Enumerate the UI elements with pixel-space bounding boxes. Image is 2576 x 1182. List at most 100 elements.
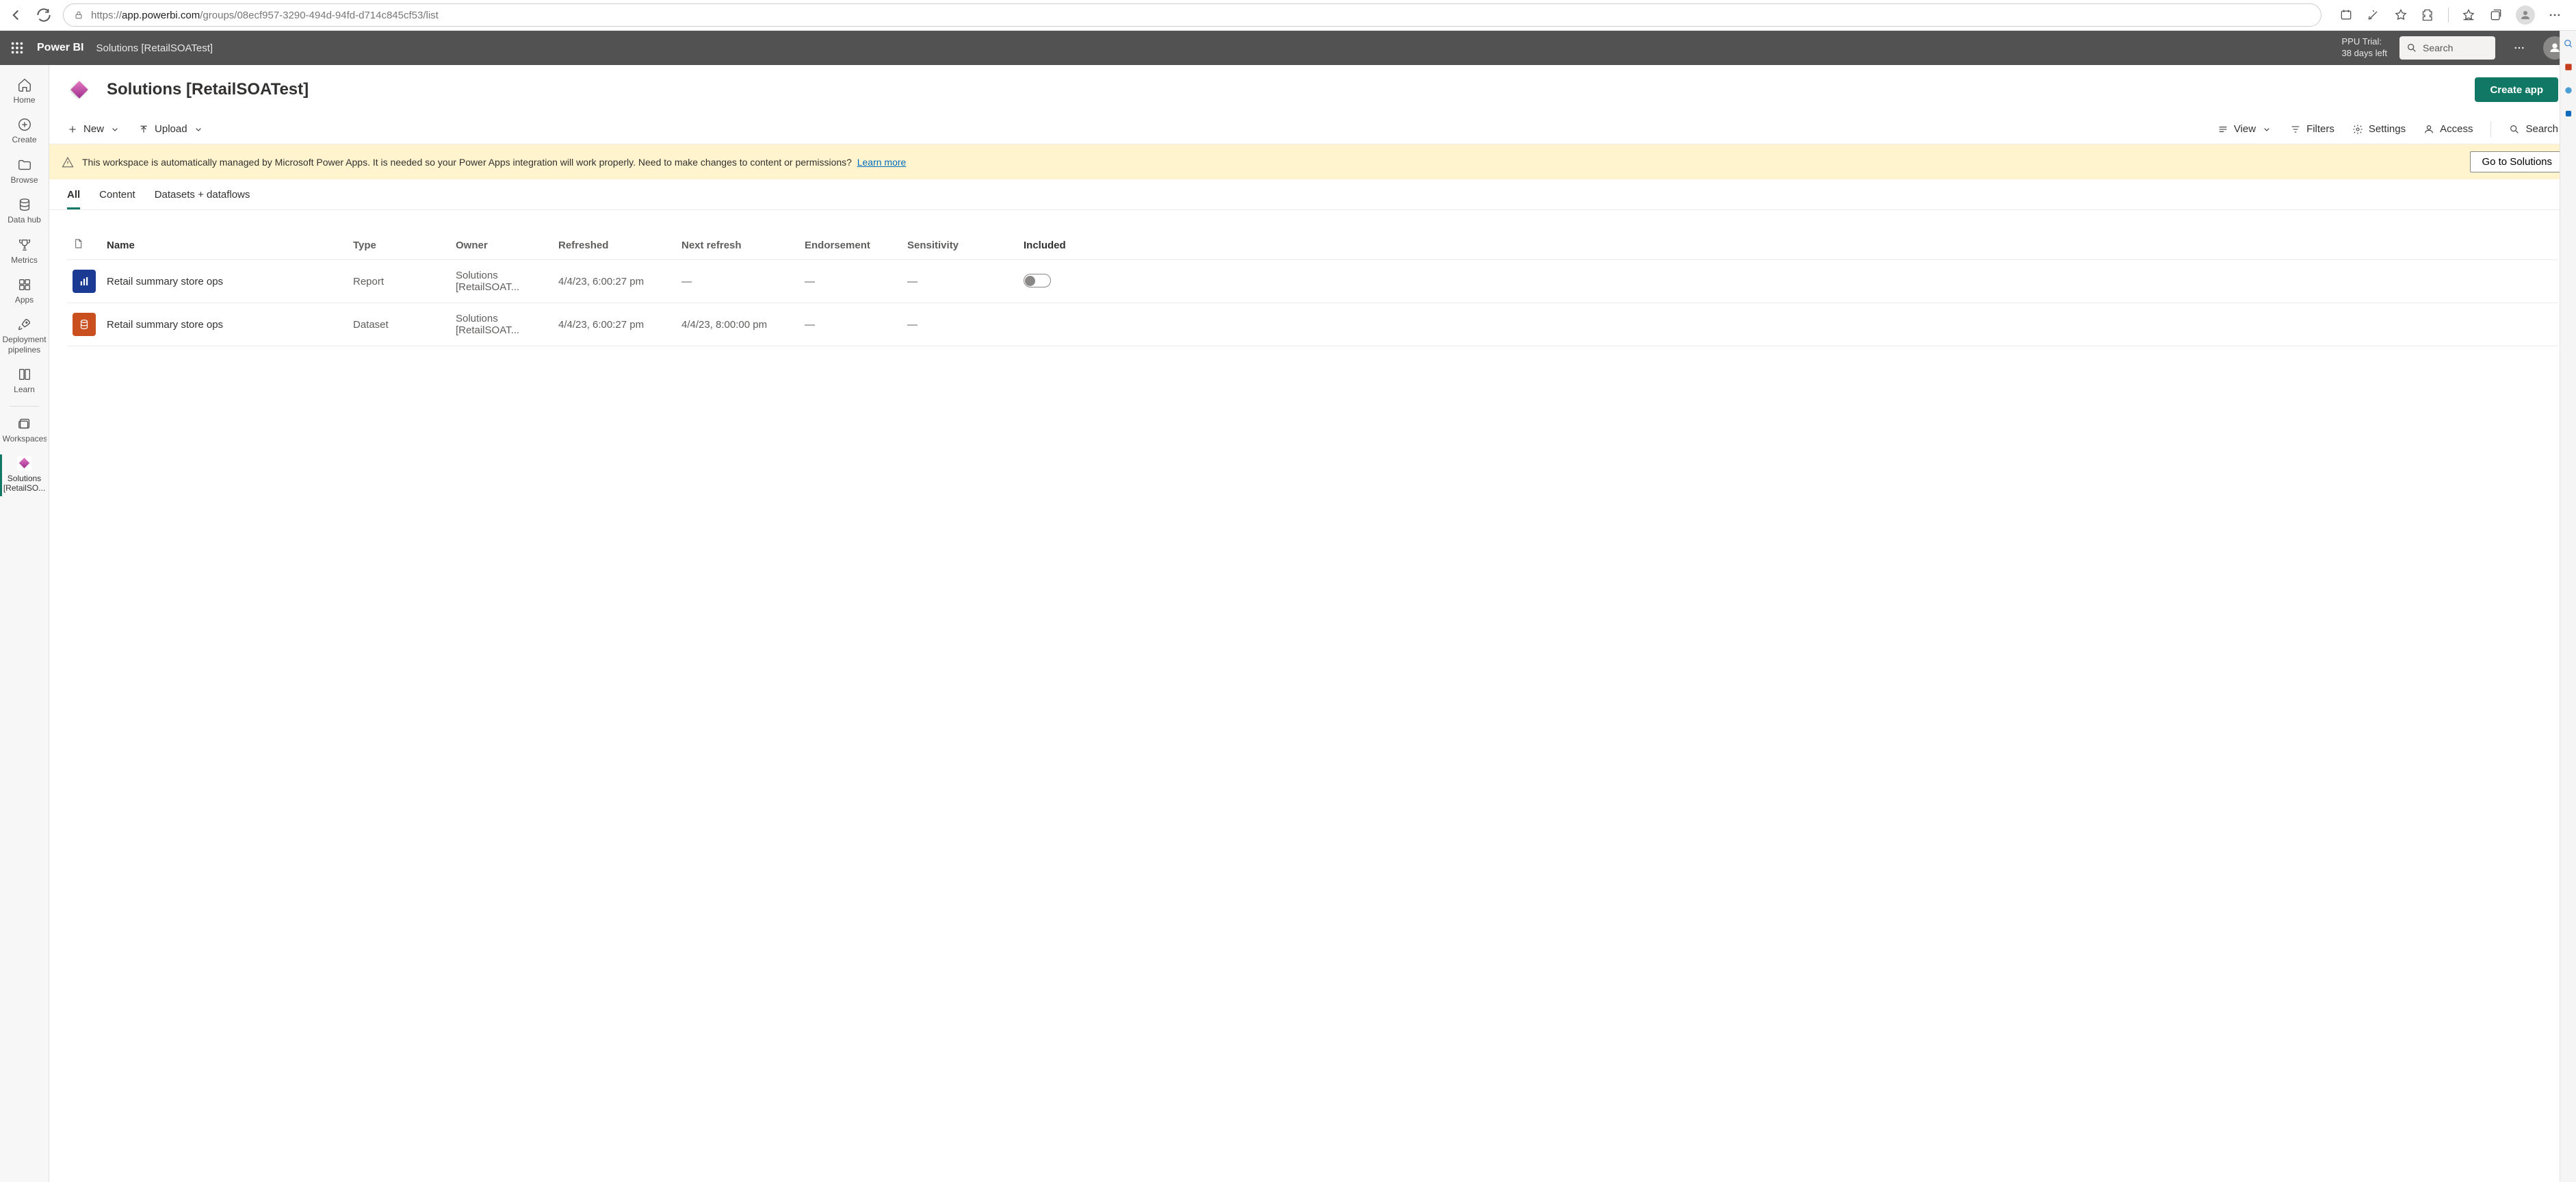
workspaces-icon [17,416,32,431]
app-launcher-icon[interactable] [10,40,25,55]
list-icon [2217,124,2228,135]
edge-tool-icon[interactable] [2564,86,2573,95]
item-name[interactable]: Retail summary store ops [101,260,348,303]
upload-button[interactable]: Upload [138,123,204,135]
favorites-list-icon[interactable] [2461,8,2476,23]
nav-home[interactable]: Home [0,72,49,112]
col-included[interactable]: Included [1018,231,2558,260]
tab-all[interactable]: All [67,189,80,209]
item-refreshed: 4/4/23, 6:00:27 pm [553,303,676,346]
global-search-input[interactable]: Search [2399,36,2495,60]
new-button[interactable]: New [67,123,120,135]
chevron-down-icon [109,124,120,135]
filter-icon [2290,124,2301,135]
col-endorsement[interactable]: Endorsement [799,231,902,260]
nav-active-workspace[interactable]: Solutions[RetailSO... [0,450,49,500]
favorite-icon[interactable] [2393,8,2408,23]
trial-status: PPU Trial: 38 days left [2342,36,2388,60]
nav-create[interactable]: Create [0,112,49,151]
col-owner[interactable]: Owner [450,231,553,260]
nav-workspaces[interactable]: Workspaces [0,411,49,450]
browser-profile-icon[interactable] [2516,5,2535,25]
item-sensitivity: — [902,260,1018,303]
nav-metrics[interactable]: Metrics [0,232,49,272]
col-sensitivity[interactable]: Sensitivity [902,231,1018,260]
item-endorsement: — [799,303,902,346]
col-type[interactable]: Type [348,231,450,260]
go-to-solutions-button[interactable]: Go to Solutions [2470,151,2564,172]
filters-button[interactable]: Filters [2290,123,2334,135]
nav-pipelines[interactable]: Deployment pipelines [0,311,49,361]
item-owner: Solutions [RetailSOAT... [450,260,553,303]
workspace-icon [17,456,32,471]
topbar-more-button[interactable] [2508,36,2531,60]
plus-circle-icon [17,117,32,132]
separator [2448,8,2449,23]
workspace-logo-icon [67,77,92,102]
table-header-row: Name Type Owner Refreshed Next refresh E… [67,231,2558,260]
learn-more-link[interactable]: Learn more [857,157,907,168]
item-type: Report [348,260,450,303]
col-name[interactable]: Name [101,231,348,260]
nav-rail: Home Create Browse Data hub Metrics Apps… [0,65,49,1182]
edge-tool-icon[interactable] [2564,62,2573,72]
workspace-search-button[interactable]: Search [2509,123,2558,135]
refresh-button[interactable] [35,6,53,24]
app-mode-icon[interactable] [2339,8,2354,23]
table-row[interactable]: Retail summary store opsDatasetSolutions… [67,303,2558,346]
col-refreshed[interactable]: Refreshed [553,231,676,260]
chevron-down-icon [2261,124,2272,135]
dataset-icon [73,313,96,336]
separator [10,406,39,407]
nav-apps[interactable]: Apps [0,272,49,311]
content-table: Name Type Owner Refreshed Next refresh E… [67,231,2558,346]
item-next-refresh: 4/4/23, 8:00:00 pm [676,303,799,346]
nav-browse[interactable]: Browse [0,152,49,192]
create-app-button[interactable]: Create app [2475,77,2558,102]
item-name[interactable]: Retail summary store ops [101,303,348,346]
upload-icon [138,124,149,135]
notice-text: This workspace is automatically managed … [82,157,906,168]
included-toggle[interactable] [1024,274,1051,287]
warning-icon [62,156,74,168]
database-icon [17,197,32,212]
book-icon [17,367,32,382]
collections-icon[interactable] [2488,8,2503,23]
breadcrumb[interactable]: Solutions [RetailSOATest] [96,42,213,54]
report-icon [73,270,96,293]
back-button[interactable] [7,6,25,24]
item-refreshed: 4/4/23, 6:00:27 pm [553,260,676,303]
extensions-icon[interactable] [2421,8,2436,23]
nav-learn[interactable]: Learn [0,361,49,401]
brand-label[interactable]: Power BI [37,42,83,54]
item-endorsement: — [799,260,902,303]
gear-icon [2352,124,2363,135]
item-included [1018,260,2558,303]
browser-bar: https://app.powerbi.com/groups/08ecf957-… [0,0,2576,31]
item-sensitivity: — [902,303,1018,346]
col-next-refresh[interactable]: Next refresh [676,231,799,260]
address-bar[interactable]: https://app.powerbi.com/groups/08ecf957-… [63,3,2321,27]
separator [2490,121,2491,138]
tab-datasets[interactable]: Datasets + dataflows [155,189,250,209]
app-topbar: Power BI Solutions [RetailSOATest] PPU T… [0,31,2576,65]
folder-icon [17,157,32,172]
table-row[interactable]: Retail summary store opsReportSolutions … [67,260,2558,303]
tab-content[interactable]: Content [99,189,135,209]
item-next-refresh: — [676,260,799,303]
home-icon [17,77,32,92]
settings-button[interactable]: Settings [2352,123,2406,135]
main-content: Solutions [RetailSOATest] Create app New… [49,65,2576,1182]
url-text: https://app.powerbi.com/groups/08ecf957-… [91,10,2311,21]
edge-search-icon[interactable] [2564,39,2573,49]
document-icon [73,237,83,250]
browser-more-icon[interactable] [2547,8,2562,23]
nav-datahub[interactable]: Data hub [0,192,49,231]
item-type: Dataset [348,303,450,346]
access-button[interactable]: Access [2423,123,2473,135]
view-button[interactable]: View [2217,123,2272,135]
edge-tool-icon[interactable] [2564,109,2573,118]
browser-actions [2332,5,2569,25]
read-aloud-icon[interactable] [2366,8,2381,23]
page-title: Solutions [RetailSOATest] [107,80,309,99]
